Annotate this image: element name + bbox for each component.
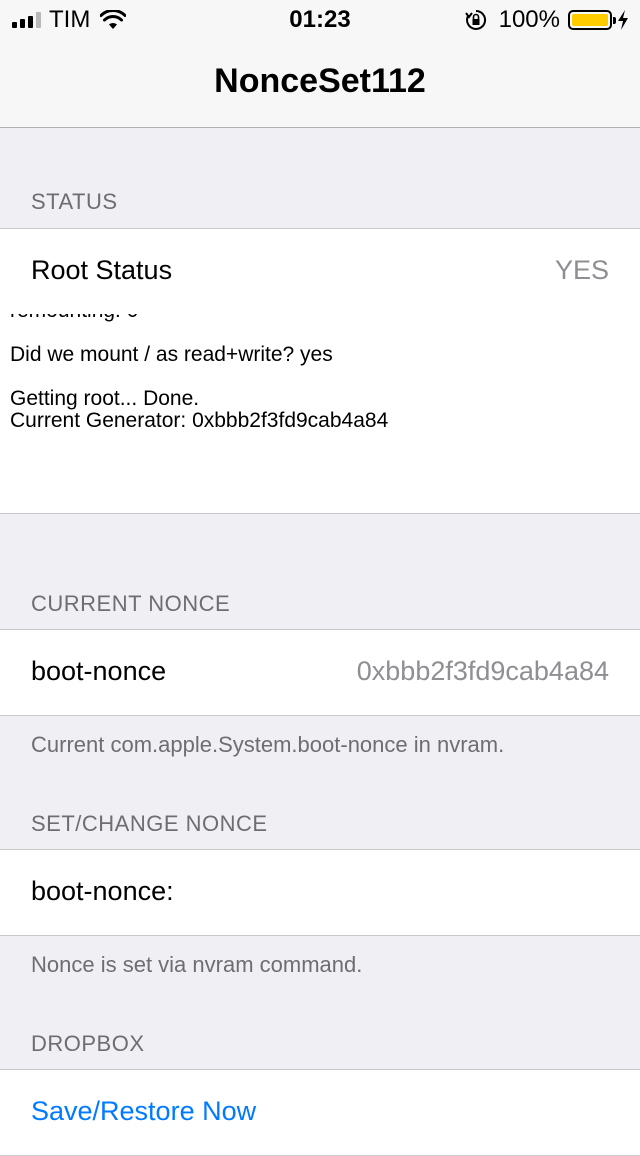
set-nonce-row[interactable]: boot-nonce: bbox=[0, 849, 640, 936]
battery-icon bbox=[568, 10, 616, 30]
page-title: NonceSet112 bbox=[214, 62, 426, 100]
set-nonce-label: boot-nonce: bbox=[31, 876, 174, 906]
section-header-dropbox: DROPBOX bbox=[31, 1031, 145, 1056]
charging-bolt-icon bbox=[618, 10, 628, 30]
current-nonce-label: boot-nonce bbox=[31, 656, 167, 686]
section-header-status: STATUS bbox=[31, 189, 118, 214]
battery-percent: 100% bbox=[498, 6, 560, 33]
section-footer-current-nonce: Current com.apple.System.boot-nonce in n… bbox=[31, 732, 505, 757]
status-bar: TIM 01:23 100% bbox=[0, 0, 640, 40]
log-output[interactable]: remounting: 0 Did we mount / as read+wri… bbox=[0, 314, 640, 514]
root-status-row[interactable]: Root Status YES bbox=[0, 228, 640, 315]
section-footer-set-nonce: Nonce is set via nvram command. bbox=[31, 952, 363, 977]
current-nonce-value: 0xbbb2f3fd9cab4a84 bbox=[356, 656, 609, 686]
battery-fill bbox=[572, 14, 608, 26]
section-header-set-nonce: SET/CHANGE NONCE bbox=[31, 811, 268, 836]
status-bar-right: 100% bbox=[464, 6, 630, 34]
save-restore-button[interactable]: Save/Restore Now bbox=[31, 1096, 256, 1127]
navigation-bar: NonceSet112 bbox=[0, 40, 640, 128]
dropbox-save-restore-row[interactable]: Save/Restore Now bbox=[0, 1069, 640, 1156]
root-status-value: YES bbox=[554, 255, 609, 285]
section-header-current-nonce: CURRENT NONCE bbox=[31, 591, 231, 616]
log-text: remounting: 0 Did we mount / as read+wri… bbox=[10, 314, 389, 432]
root-status-label: Root Status bbox=[31, 255, 173, 285]
rotation-lock-icon bbox=[464, 9, 486, 30]
current-nonce-row[interactable]: boot-nonce 0xbbb2f3fd9cab4a84 bbox=[0, 629, 640, 716]
